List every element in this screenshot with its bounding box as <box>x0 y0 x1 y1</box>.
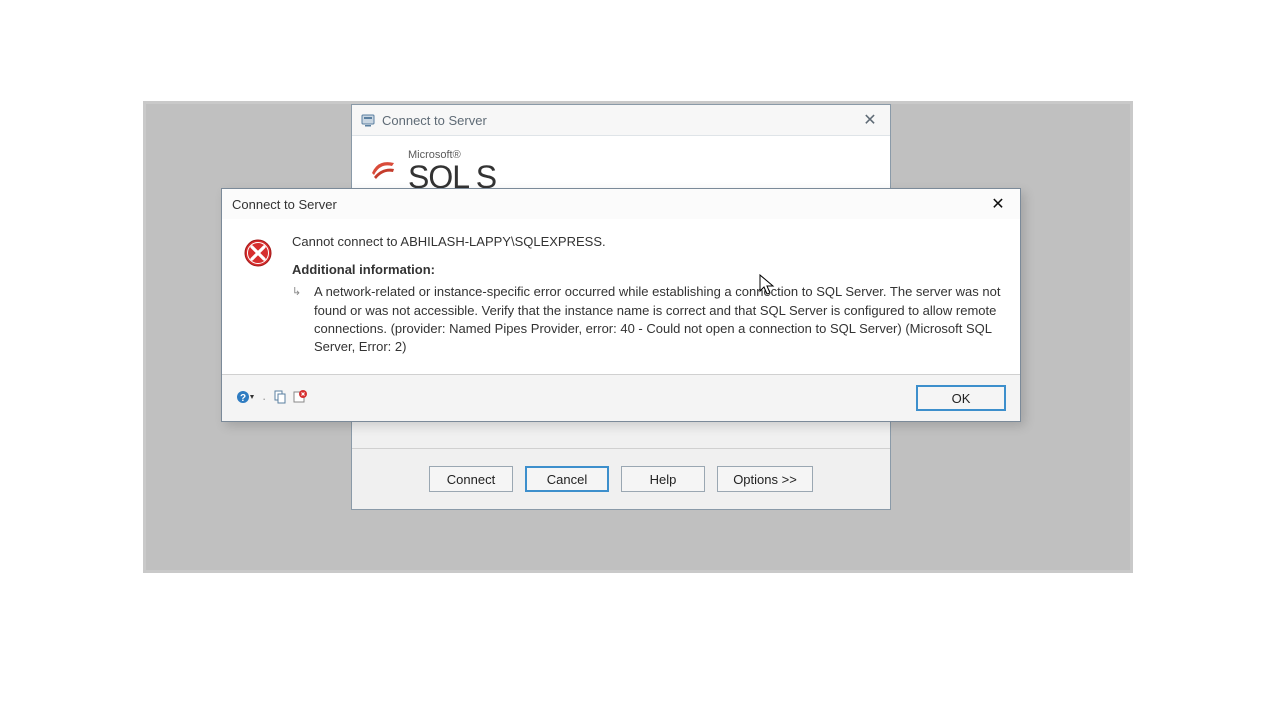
error-dialog: Connect to Server ✕ Cannot connect to AB… <box>221 188 1021 422</box>
parent-button-row: Connect Cancel Help Options >> <box>352 448 890 509</box>
separator: · <box>262 391 266 406</box>
error-title: Connect to Server <box>232 197 986 212</box>
error-footer: ? · <box>222 374 1020 421</box>
connect-button[interactable]: Connect <box>429 466 513 492</box>
branding-text: Microsoft® SQL S <box>408 149 496 193</box>
options-button[interactable]: Options >> <box>717 466 813 492</box>
error-details-icon[interactable] <box>292 389 308 408</box>
error-body: Cannot connect to ABHILASH-LAPPY\SQLEXPR… <box>222 219 1020 374</box>
ok-button[interactable]: OK <box>916 385 1006 411</box>
sql-logo-icon <box>368 155 398 188</box>
error-detail-text: A network-related or instance-specific e… <box>314 283 1002 356</box>
tree-arrow-icon: ↳ <box>292 283 306 356</box>
error-main-message: Cannot connect to ABHILASH-LAPPY\SQLEXPR… <box>292 233 1002 251</box>
parent-close-button[interactable]: ✕ <box>858 110 882 130</box>
additional-information-heading: Additional information: <box>292 261 1002 279</box>
help-dropdown-icon[interactable]: ? <box>236 389 256 408</box>
app-icon <box>360 112 376 128</box>
error-close-button[interactable]: ✕ <box>986 194 1010 214</box>
help-button[interactable]: Help <box>621 466 705 492</box>
cancel-button[interactable]: Cancel <box>525 466 609 492</box>
svg-text:?: ? <box>240 393 246 404</box>
error-titlebar[interactable]: Connect to Server ✕ <box>222 189 1020 219</box>
copy-icon[interactable] <box>272 389 288 408</box>
error-icon <box>242 237 274 272</box>
desktop-region: Connect to Server ✕ Microsoft® SQL S Con… <box>143 101 1133 573</box>
parent-titlebar[interactable]: Connect to Server ✕ <box>352 105 890 136</box>
parent-title: Connect to Server <box>382 113 858 128</box>
